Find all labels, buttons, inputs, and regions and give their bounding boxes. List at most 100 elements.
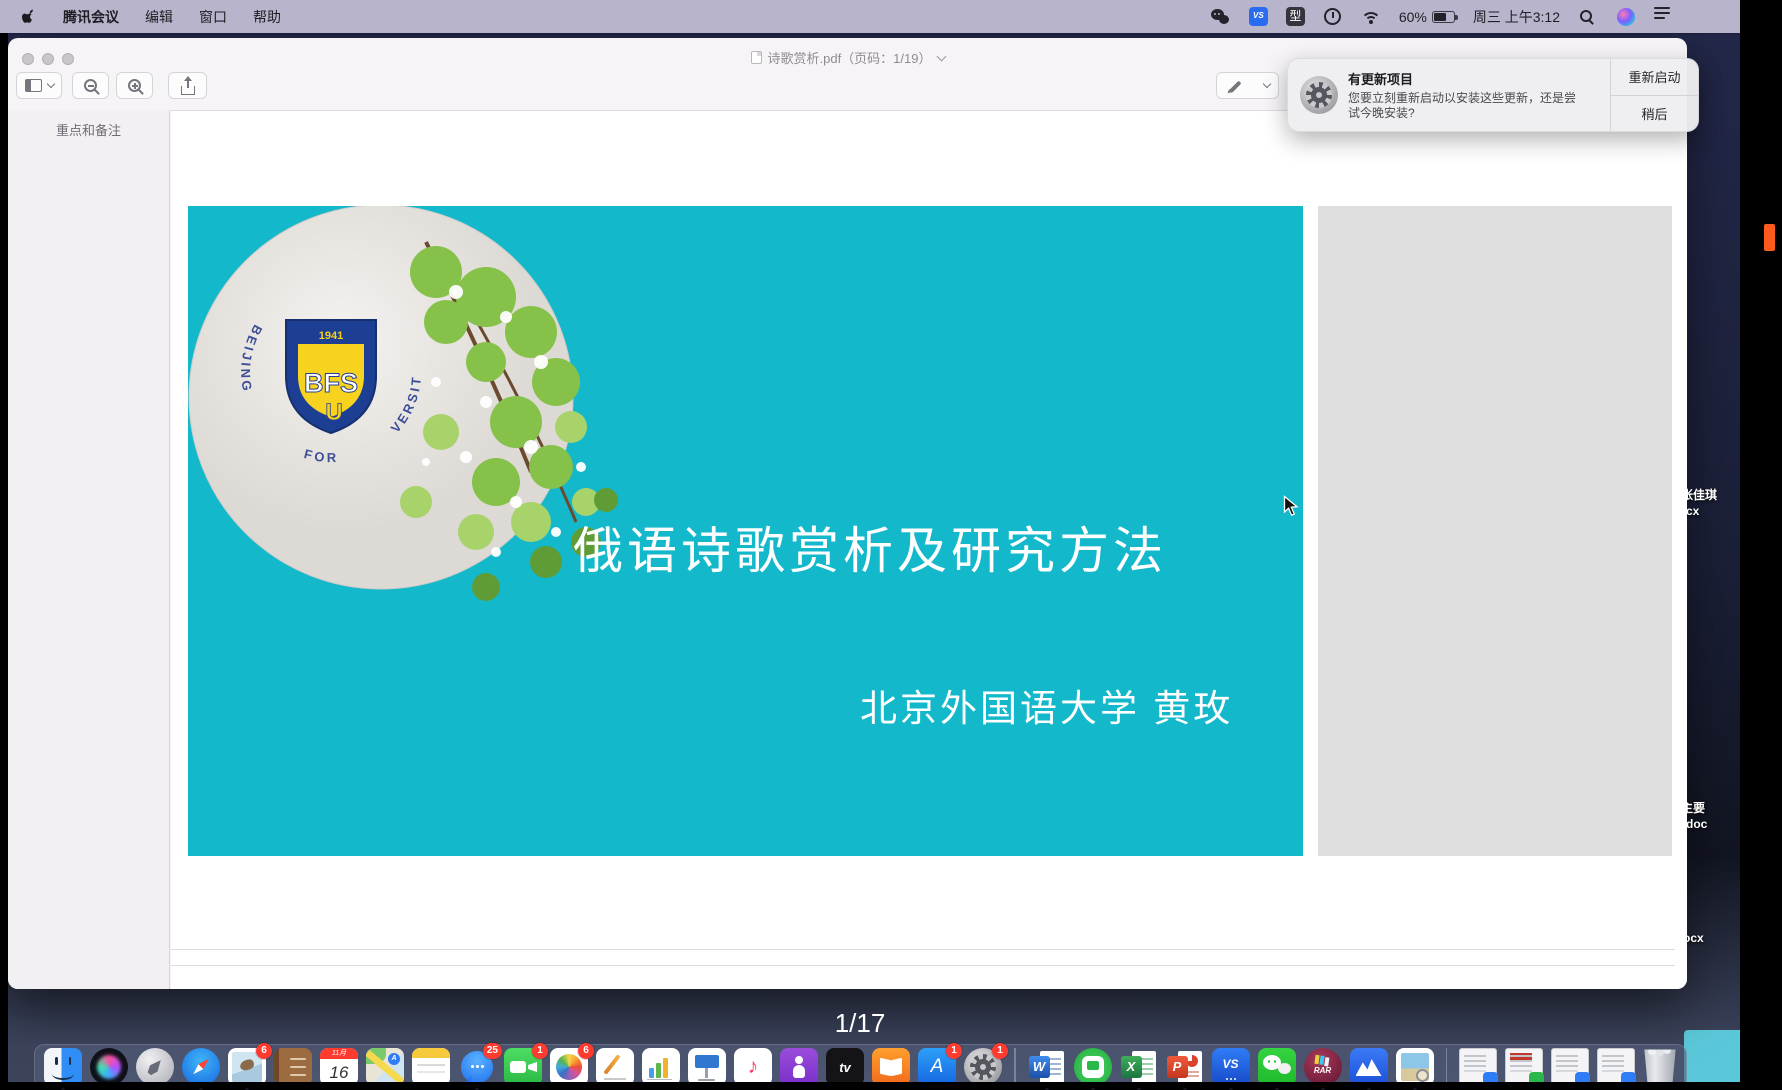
pdf-content-area[interactable]: BEIJING FOR VERSIT 1941 BFS U (171, 110, 1687, 989)
dock-icon-pages[interactable] (596, 1048, 634, 1086)
dock-icon-tv[interactable]: tv (826, 1048, 864, 1086)
dock-icon-minimized-window-3[interactable] (1551, 1048, 1589, 1086)
dock-icon-photos[interactable]: 6 (550, 1048, 588, 1086)
menu-bar: 腾讯会议 编辑 窗口 帮助 VS 型 60% 周三 上午3:12 (0, 0, 1740, 33)
dock-icon-numbers[interactable] (642, 1048, 680, 1086)
preview-window: 诗歌赏析.pdf（页码：1/19） 重点和备注 (8, 38, 1687, 989)
orange-edge-marker (1764, 224, 1775, 251)
update-notification: 有更新项目 您要立刻重新启动以安装这些更新，还是尝 试今晚安装? 重新启动 稍后 (1287, 58, 1699, 132)
dock-icon-facetime[interactable]: 1 (504, 1048, 542, 1086)
desktop-corner-window (1684, 1030, 1740, 1084)
letterbox-right (1740, 0, 1782, 1088)
later-button[interactable]: 稍后 (1611, 96, 1698, 132)
page-separator (171, 949, 1675, 950)
slide-subtitle: 北京外国语大学 黄玫 (860, 678, 1233, 732)
system-preferences-icon (1300, 76, 1338, 114)
notification-badge: 1 (946, 1043, 962, 1059)
dock-icon-books[interactable] (872, 1048, 910, 1086)
dock-icon-wechat[interactable] (1258, 1048, 1296, 1086)
document-icon (751, 51, 762, 64)
spotlight-search-icon[interactable] (1578, 7, 1598, 27)
title-chevron-down-icon[interactable] (936, 51, 946, 61)
menu-item-app[interactable]: 腾讯会议 (63, 7, 119, 27)
adjacent-page-panel (1318, 206, 1672, 856)
notification-badge: 25 (483, 1043, 502, 1059)
sidebar[interactable]: 重点和备注 (8, 110, 170, 989)
markup-dropdown-button[interactable] (1255, 72, 1279, 99)
zoom-in-button[interactable] (116, 72, 153, 99)
menu-clock[interactable]: 周三 上午3:12 (1473, 7, 1560, 27)
pdf-slide-page: BEIJING FOR VERSIT 1941 BFS U (188, 206, 1303, 856)
battery-indicator[interactable]: 60% (1399, 9, 1455, 25)
dock-icon-tencent-meeting[interactable]: VS (1212, 1048, 1250, 1086)
chevron-down-icon (1262, 80, 1270, 88)
dock-icon-contacts[interactable] (274, 1048, 312, 1086)
notification-badge: 6 (256, 1043, 272, 1059)
wifi-icon[interactable] (1361, 12, 1381, 28)
dock-icon-notes[interactable] (412, 1048, 450, 1086)
letterbox-bottom (0, 1082, 1782, 1088)
page-separator (171, 965, 1675, 966)
dock-icon-excel[interactable]: X (1120, 1048, 1158, 1086)
dock-icon-messages[interactable]: 25 (458, 1048, 496, 1086)
markup-button[interactable] (1216, 72, 1256, 99)
dock-icon-m-app[interactable] (1350, 1048, 1388, 1086)
dock-icon-keynote[interactable] (688, 1048, 726, 1086)
dock-icon-trash[interactable] (1643, 1048, 1677, 1086)
page-indicator: 1/17 (808, 1008, 912, 1039)
sidebar-header: 重点和备注 (8, 120, 169, 139)
pencil-icon (1228, 78, 1244, 94)
dock-icon-appstore[interactable]: A1 (918, 1048, 956, 1086)
dock-icon-minimized-window-2[interactable] (1505, 1048, 1543, 1086)
desktop-file-label[interactable]: 张佳琪 cx (1687, 487, 1740, 519)
dock-icon-powerpoint[interactable]: P (1166, 1048, 1204, 1086)
notification-title: 有更新项目 (1348, 69, 1610, 88)
slide-title: 俄语诗歌赏析及研究方法 (573, 511, 1253, 583)
siri-icon[interactable] (1616, 7, 1636, 27)
dock-icon-system-preferences[interactable]: 1 (964, 1048, 1002, 1086)
dock-icon-preview[interactable] (1396, 1048, 1434, 1086)
logo-letters: BFS (304, 368, 358, 398)
zoom-in-icon (128, 79, 141, 92)
time-machine-icon[interactable] (1323, 7, 1343, 27)
control-center-icon[interactable] (1654, 7, 1674, 27)
share-button[interactable] (168, 72, 207, 99)
dock-icon-meeting-app[interactable] (1074, 1048, 1112, 1086)
dock-icon-minimized-window-1[interactable] (1459, 1048, 1497, 1086)
dock-icon-rar[interactable]: RAR (1304, 1048, 1342, 1086)
dock-icon-podcasts[interactable] (780, 1048, 818, 1086)
menu-item-help[interactable]: 帮助 (253, 7, 281, 27)
dock-icon-mail[interactable]: 6 (228, 1048, 266, 1086)
input-method-icon[interactable]: 型 (1286, 7, 1305, 26)
dock-icon-safari[interactable] (182, 1048, 220, 1086)
logo-year: 1941 (319, 330, 343, 342)
apple-menu-icon[interactable] (22, 8, 37, 25)
mouse-cursor (1283, 495, 1300, 523)
dock-icon-calendar[interactable]: 11月16 (320, 1048, 358, 1086)
desktop-file-label[interactable]: ocx (1687, 930, 1740, 946)
wechat-status-icon[interactable] (1211, 7, 1231, 27)
dock-icon-minimized-window-4[interactable] (1597, 1048, 1635, 1086)
notification-badge: 6 (578, 1043, 594, 1059)
menu-item-window[interactable]: 窗口 (199, 7, 227, 27)
university-logo: BEIJING FOR VERSIT 1941 BFS U (188, 206, 636, 622)
menu-item-edit[interactable]: 编辑 (145, 7, 173, 27)
logo-letter-u: U (325, 399, 342, 426)
desktop-file-label[interactable]: 主要 doc (1687, 800, 1740, 832)
window-title[interactable]: 诗歌赏析.pdf（页码：1/19） (768, 48, 932, 67)
dock-icon-word[interactable]: W (1028, 1048, 1066, 1086)
dock-icon-maps[interactable]: A (366, 1048, 404, 1086)
notification-body-line1: 您要立刻重新启动以安装这些更新，还是尝 (1348, 91, 1610, 106)
notification-body-line2: 试今晚安装? (1348, 106, 1610, 121)
sidebar-toggle-button[interactable] (16, 72, 62, 99)
dock-icon-siri[interactable] (90, 1048, 128, 1086)
dock-icon-launchpad[interactable] (136, 1048, 174, 1086)
notification-badge: 1 (992, 1043, 1008, 1059)
zoom-out-button[interactable] (72, 72, 109, 99)
dock-icon-music[interactable]: ♪ (734, 1048, 772, 1086)
notification-actions: 重新启动 稍后 (1610, 59, 1698, 131)
dock-icon-finder[interactable] (44, 1048, 82, 1086)
battery-percent: 60% (1399, 9, 1427, 25)
meeting-status-icon[interactable]: VS (1249, 7, 1268, 26)
restart-button[interactable]: 重新启动 (1611, 59, 1698, 96)
